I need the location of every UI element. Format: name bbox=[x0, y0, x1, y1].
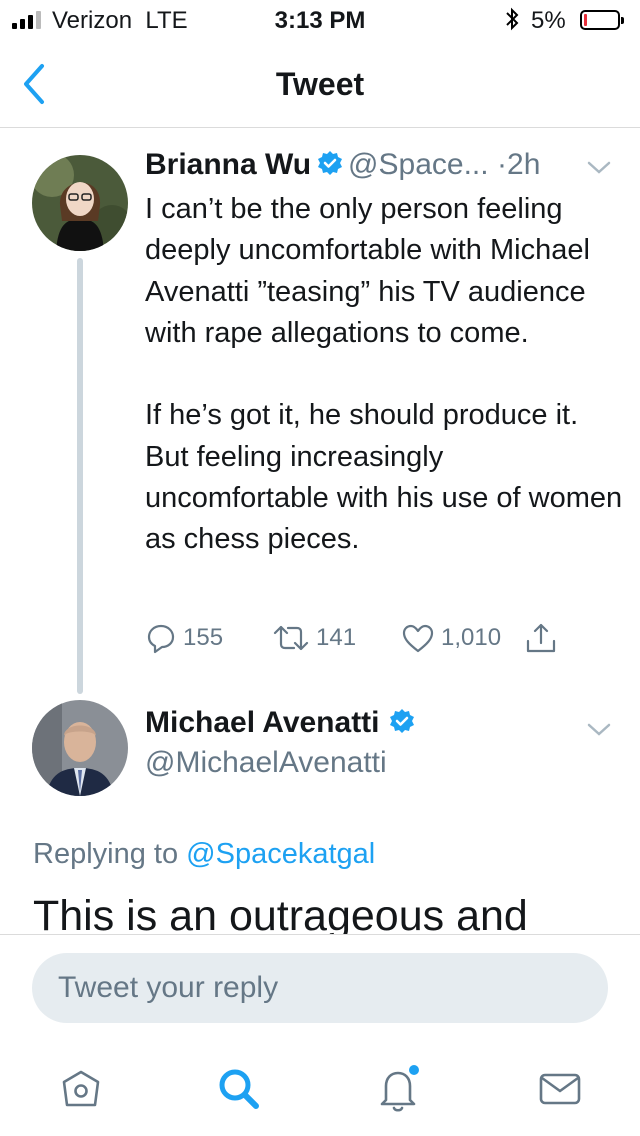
notifications-bell-icon bbox=[380, 1065, 419, 1112]
retweet-icon bbox=[273, 625, 309, 651]
tweet-paragraph: If he’s got it, he should produce it. Bu… bbox=[145, 399, 623, 556]
author-handle[interactable]: @Space... bbox=[348, 148, 489, 181]
avatar-brianna-wu[interactable] bbox=[32, 155, 128, 251]
tab-search[interactable] bbox=[209, 1059, 269, 1119]
tab-notifications[interactable] bbox=[369, 1059, 429, 1119]
tweet-actions: 155 141 1,010 bbox=[0, 618, 640, 658]
home-icon bbox=[62, 1070, 100, 1107]
like-count: 1,010 bbox=[441, 624, 502, 651]
reply-icon bbox=[147, 624, 175, 654]
retweet-button[interactable]: 141 bbox=[272, 618, 356, 658]
reply-options-chevron-icon[interactable] bbox=[586, 722, 612, 743]
reply-author: Michael Avenatti bbox=[145, 706, 416, 744]
reply-author-handle[interactable]: @MichaelAvenatti bbox=[145, 746, 387, 780]
heart-icon bbox=[402, 624, 434, 653]
reply-composer: Tweet your reply bbox=[0, 934, 640, 1136]
reply-input[interactable]: Tweet your reply bbox=[32, 953, 608, 1023]
tweet-options-chevron-icon[interactable] bbox=[586, 160, 612, 181]
reply-body: This is an outrageous and bbox=[33, 892, 528, 934]
author-name[interactable]: Brianna Wu bbox=[145, 148, 311, 181]
tab-home[interactable] bbox=[51, 1059, 111, 1119]
tweet-paragraph: I can’t be the only person feeling deepl… bbox=[145, 193, 590, 349]
avatar-michael-avenatti[interactable] bbox=[32, 700, 128, 796]
reply-author-name[interactable]: Michael Avenatti bbox=[145, 706, 380, 739]
reply-input-placeholder: Tweet your reply bbox=[58, 971, 279, 1004]
share-button[interactable] bbox=[524, 618, 564, 658]
replying-to-handle-link[interactable]: @Spacekatgal bbox=[186, 838, 375, 870]
share-icon bbox=[526, 623, 556, 653]
verified-badge-icon bbox=[388, 708, 416, 744]
like-button[interactable]: 1,010 bbox=[401, 618, 501, 658]
reply-button[interactable]: 155 bbox=[145, 618, 223, 658]
verified-badge-icon bbox=[316, 150, 344, 183]
tab-messages[interactable] bbox=[530, 1059, 590, 1119]
search-icon bbox=[219, 1069, 259, 1109]
tweet-header: Brianna Wu @Space... ·2h bbox=[145, 148, 615, 183]
retweet-count: 141 bbox=[316, 624, 357, 651]
replying-to-label: Replying to bbox=[33, 838, 179, 870]
tweet-timestamp: ·2h bbox=[497, 148, 541, 181]
replying-to: Replying to @Spacekatgal bbox=[33, 838, 375, 871]
reply-count: 155 bbox=[183, 624, 224, 651]
tweet-detail: Brianna Wu @Space... ·2h I can’t be the … bbox=[0, 0, 640, 934]
tweet-body: I can’t be the only person feeling deepl… bbox=[145, 189, 625, 561]
messages-envelope-icon bbox=[539, 1073, 581, 1105]
